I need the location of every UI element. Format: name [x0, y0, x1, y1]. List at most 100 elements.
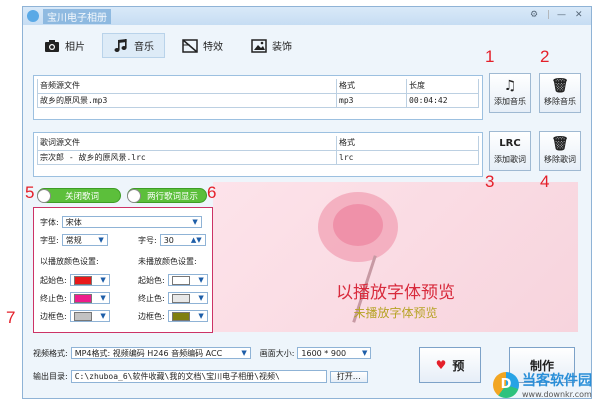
add-lyrics-button[interactable]: LRC 添加歌词: [489, 131, 531, 171]
preview-button-label: 预: [452, 358, 465, 373]
app-window: 宝川电子相册 ⚙ | — ✕ 相片 音乐 特效 装饰 音频源文件 格式 长度 故…: [22, 6, 592, 399]
window-title: 宝川电子相册: [43, 8, 111, 24]
close-lyrics-toggle[interactable]: 关闭歌词: [37, 188, 121, 203]
table-row[interactable]: 故乡的原风景.mp3 mp3 00:04:42: [37, 92, 479, 108]
frame-size-value: 1600 * 900: [301, 348, 347, 358]
font-style-value: 常规: [65, 235, 82, 245]
annotation-3: 3: [485, 172, 495, 191]
watermark: D 当客软件园 www.downkr.com: [493, 370, 592, 399]
two-line-lyrics-toggle[interactable]: 两行歌词显示: [127, 188, 207, 203]
tab-music[interactable]: 音乐: [102, 33, 165, 58]
played-start-color-picker[interactable]: ▼: [69, 274, 110, 286]
color-swatch: [73, 311, 92, 321]
camera-icon: [45, 39, 59, 52]
open-folder-button[interactable]: 打开…: [329, 370, 368, 383]
output-dir-field[interactable]: C:\zhuboa_6\软件收藏\我的文档\宝川电子相册\视频\: [70, 370, 327, 383]
video-format-value: MP4格式: 视频编码 H246 音频编码 ACC: [74, 348, 223, 358]
chevron-down-icon: ▼: [198, 276, 204, 284]
remove-lyrics-label: 移除歌词: [544, 155, 576, 164]
font-size-stepper[interactable]: 30 ▲▼: [159, 234, 206, 246]
color-swatch: [171, 275, 190, 285]
output-dir-label: 输出目录:: [33, 372, 68, 381]
table-row[interactable]: 宗次郎 - 故乡的原风景.lrc lrc: [37, 149, 479, 165]
trash-icon: 🗑: [551, 136, 569, 152]
column-header: 长度: [406, 79, 479, 94]
unplayed-preview-text: 未播放字体预览: [353, 306, 438, 320]
tab-photos[interactable]: 相片: [33, 33, 96, 58]
tab-decoration-label: 装饰: [272, 42, 292, 53]
two-line-lyrics-label: 两行歌词显示: [147, 191, 199, 202]
annotation-6: 6: [207, 183, 217, 202]
add-lyrics-label: 添加歌词: [494, 155, 526, 164]
played-color-title: 以播放颜色设置:: [40, 257, 99, 266]
chevron-down-icon: ▼: [98, 236, 104, 244]
lyrics-format: lrc: [336, 149, 479, 165]
tab-photos-label: 相片: [65, 42, 85, 53]
size-label: 字号:: [138, 235, 157, 245]
start-color-label: 起始色:: [40, 275, 67, 285]
played-end-color-picker[interactable]: ▼: [69, 292, 110, 304]
music-note-icon: [114, 38, 127, 52]
trash-icon: 🗑: [551, 78, 569, 94]
settings-icon[interactable]: ⚙: [530, 10, 538, 20]
unplayed-start-color-picker[interactable]: ▼: [167, 274, 208, 286]
column-header: 格式: [336, 79, 407, 94]
chevron-down-icon: ▼: [192, 218, 198, 226]
lrc-icon: LRC: [499, 138, 521, 149]
end-color-label: 终止色:: [138, 293, 165, 303]
annotation-1: 1: [485, 47, 495, 66]
audio-file-table: 音频源文件 格式 长度 故乡的原风景.mp3 mp3 00:04:42: [33, 75, 483, 120]
audio-format: mp3: [336, 92, 407, 108]
audio-duration: 00:04:42: [406, 92, 479, 108]
start-color-label: 起始色:: [138, 275, 165, 285]
color-swatch: [73, 293, 92, 303]
border-color-label: 边框色:: [40, 311, 67, 321]
close-lyrics-label: 关闭歌词: [65, 191, 100, 202]
add-music-label: 添加音乐: [494, 97, 526, 106]
chevron-down-icon: ▼: [100, 312, 106, 320]
font-select[interactable]: 宋体 ▼: [61, 216, 202, 228]
end-color-label: 终止色:: [40, 293, 67, 303]
unplayed-color-title: 未播放颜色设置:: [138, 257, 197, 266]
remove-lyrics-button[interactable]: 🗑 移除歌词: [539, 131, 581, 171]
table-header-row: 音频源文件 格式 长度: [37, 79, 479, 94]
annotation-2: 2: [540, 47, 550, 66]
tab-decoration[interactable]: 装饰: [240, 33, 303, 58]
app-logo-icon: [27, 10, 39, 22]
add-music-icon: ♫: [503, 78, 517, 94]
tab-effects-label: 特效: [203, 42, 223, 53]
close-button[interactable]: ✕: [575, 10, 583, 20]
column-header: 格式: [336, 136, 479, 151]
font-label: 字体:: [40, 217, 59, 227]
minimize-button[interactable]: —: [557, 10, 566, 20]
chevron-down-icon: ▼: [100, 294, 106, 302]
lyrics-preview-area: 以播放字体预览 未播放字体预览: [213, 182, 578, 332]
clapperboard-icon: [182, 38, 198, 53]
tab-bar: 相片 音乐 特效 装饰: [33, 33, 303, 58]
spinner-icon[interactable]: ▲▼: [191, 236, 202, 244]
chevron-down-icon: ▼: [362, 349, 368, 357]
remove-music-button[interactable]: 🗑 移除音乐: [539, 73, 581, 113]
chevron-down-icon: ▼: [100, 276, 106, 284]
column-header: 歌词源文件: [37, 136, 337, 151]
font-value: 宋体: [65, 217, 82, 227]
played-border-color-picker[interactable]: ▼: [69, 310, 110, 322]
lyrics-settings-panel: 字体: 宋体 ▼ 字型: 常规 ▼ 字号: 30 ▲▼ 以播放颜色设置: 未播放颜色设…: [33, 207, 213, 333]
unplayed-border-color-picker[interactable]: ▼: [167, 310, 208, 322]
chevron-down-icon: ▼: [198, 294, 204, 302]
font-style-select[interactable]: 常规 ▼: [61, 234, 108, 246]
played-preview-text: 以播放字体预览: [336, 283, 455, 303]
frame-size-label: 画面大小:: [259, 348, 295, 358]
toggle-knob: [37, 188, 51, 203]
frame-size-select[interactable]: 1600 * 900 ▼: [297, 347, 372, 359]
video-format-select[interactable]: MP4格式: 视频编码 H246 音频编码 ACC ▼: [70, 347, 251, 359]
unplayed-end-color-picker[interactable]: ▼: [167, 292, 208, 304]
add-music-button[interactable]: ♫ 添加音乐: [489, 73, 531, 113]
picture-icon: [251, 38, 267, 53]
watermark-url: www.downkr.com: [522, 390, 592, 399]
video-format-label: 视频格式:: [33, 348, 68, 358]
lyrics-file-name: 宗次郎 - 故乡的原风景.lrc: [37, 149, 337, 165]
tab-effects[interactable]: 特效: [171, 33, 234, 58]
border-color-label: 边框色:: [138, 311, 165, 321]
preview-button[interactable]: ♥ 预: [419, 347, 481, 383]
